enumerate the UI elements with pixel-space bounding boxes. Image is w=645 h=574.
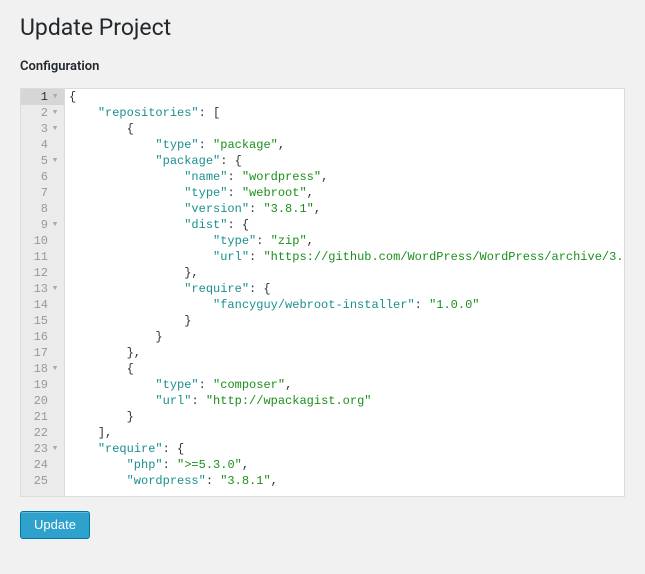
code-line[interactable]: }, — [69, 345, 624, 361]
code-line[interactable]: "version": "3.8.1", — [69, 201, 624, 217]
fold-icon[interactable]: ▾ — [50, 89, 60, 105]
line-number: 8 — [26, 201, 48, 217]
editor-code-area[interactable]: { "repositories": [ { "type": "package",… — [65, 89, 624, 496]
gutter-line: 6 — [21, 169, 64, 185]
code-line[interactable]: "wordpress": "3.8.1", — [69, 473, 624, 489]
line-number: 13 — [26, 281, 48, 297]
fold-icon[interactable]: ▾ — [50, 153, 60, 169]
line-number: 17 — [26, 345, 48, 361]
line-number: 22 — [26, 425, 48, 441]
fold-icon[interactable]: ▾ — [50, 121, 60, 137]
code-line[interactable]: "type": "zip", — [69, 233, 624, 249]
gutter-line: 22 — [21, 425, 64, 441]
code-line[interactable]: "require": { — [69, 281, 624, 297]
code-line[interactable]: ], — [69, 425, 624, 441]
gutter-line: 3▾ — [21, 121, 64, 137]
line-number: 12 — [26, 265, 48, 281]
fold-icon[interactable]: ▾ — [50, 361, 60, 377]
gutter-line: 14 — [21, 297, 64, 313]
update-button[interactable]: Update — [20, 511, 90, 539]
line-number: 14 — [26, 297, 48, 313]
gutter-line: 25 — [21, 473, 64, 489]
line-number: 15 — [26, 313, 48, 329]
code-line[interactable]: }, — [69, 265, 624, 281]
code-line[interactable]: "name": "wordpress", — [69, 169, 624, 185]
gutter-line: 12 — [21, 265, 64, 281]
gutter-line: 11 — [21, 249, 64, 265]
fold-icon[interactable]: ▾ — [50, 281, 60, 297]
fold-icon[interactable]: ▾ — [50, 441, 60, 457]
code-line[interactable]: "dist": { — [69, 217, 624, 233]
code-line[interactable]: "type": "package", — [69, 137, 624, 153]
line-number: 1 — [26, 89, 48, 105]
code-line[interactable]: "php": ">=5.3.0", — [69, 457, 624, 473]
code-line[interactable]: "require": { — [69, 441, 624, 457]
code-line[interactable]: "url": "https://github.com/WordPress/Wor… — [69, 249, 624, 265]
line-number: 19 — [26, 377, 48, 393]
line-number: 18 — [26, 361, 48, 377]
line-number: 6 — [26, 169, 48, 185]
line-number: 2 — [26, 105, 48, 121]
line-number: 20 — [26, 393, 48, 409]
editor-gutter: 1▾2▾3▾45▾6789▾10111213▾1415161718▾192021… — [21, 89, 65, 496]
gutter-line: 9▾ — [21, 217, 64, 233]
line-number: 25 — [26, 473, 48, 489]
code-line[interactable]: } — [69, 313, 624, 329]
gutter-line: 19 — [21, 377, 64, 393]
code-line[interactable]: "fancyguy/webroot-installer": "1.0.0" — [69, 297, 624, 313]
gutter-line: 1▾ — [21, 89, 64, 105]
configuration-label: Configuration — [20, 59, 625, 74]
code-line[interactable]: { — [69, 121, 624, 137]
code-line[interactable]: } — [69, 409, 624, 425]
code-line[interactable]: { — [69, 361, 624, 377]
gutter-line: 4 — [21, 137, 64, 153]
line-number: 23 — [26, 441, 48, 457]
gutter-line: 13▾ — [21, 281, 64, 297]
gutter-line: 8 — [21, 201, 64, 217]
gutter-line: 17 — [21, 345, 64, 361]
line-number: 5 — [26, 153, 48, 169]
code-line[interactable]: } — [69, 329, 624, 345]
gutter-line: 7 — [21, 185, 64, 201]
json-editor[interactable]: 1▾2▾3▾45▾6789▾10111213▾1415161718▾192021… — [20, 88, 625, 497]
gutter-line: 16 — [21, 329, 64, 345]
page-wrap: Update Project Configuration 1▾2▾3▾45▾67… — [0, 0, 645, 559]
code-line[interactable]: "type": "composer", — [69, 377, 624, 393]
line-number: 4 — [26, 137, 48, 153]
page-title: Update Project — [20, 14, 625, 41]
line-number: 10 — [26, 233, 48, 249]
line-number: 11 — [26, 249, 48, 265]
fold-icon[interactable]: ▾ — [50, 217, 60, 233]
gutter-line: 15 — [21, 313, 64, 329]
gutter-line: 5▾ — [21, 153, 64, 169]
line-number: 24 — [26, 457, 48, 473]
line-number: 9 — [26, 217, 48, 233]
fold-icon[interactable]: ▾ — [50, 105, 60, 121]
line-number: 3 — [26, 121, 48, 137]
line-number: 21 — [26, 409, 48, 425]
gutter-line: 23▾ — [21, 441, 64, 457]
line-number: 16 — [26, 329, 48, 345]
code-line[interactable]: "type": "webroot", — [69, 185, 624, 201]
code-line[interactable]: { — [69, 89, 624, 105]
gutter-line: 10 — [21, 233, 64, 249]
code-line[interactable]: "repositories": [ — [69, 105, 624, 121]
code-line[interactable]: "package": { — [69, 153, 624, 169]
gutter-line: 2▾ — [21, 105, 64, 121]
code-line[interactable]: "url": "http://wpackagist.org" — [69, 393, 624, 409]
line-number: 7 — [26, 185, 48, 201]
gutter-line: 18▾ — [21, 361, 64, 377]
gutter-line: 21 — [21, 409, 64, 425]
gutter-line: 20 — [21, 393, 64, 409]
gutter-line: 24 — [21, 457, 64, 473]
